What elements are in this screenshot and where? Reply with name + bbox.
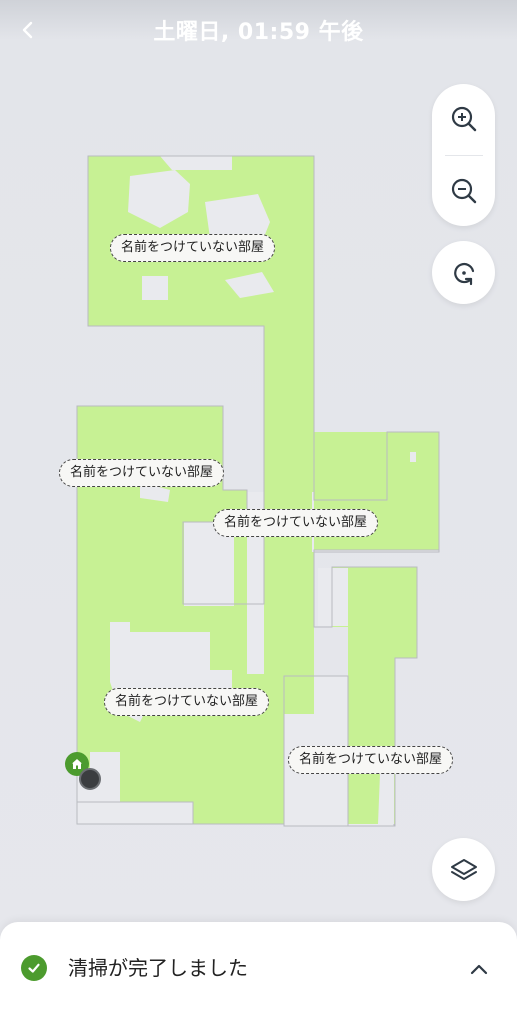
rotate-icon xyxy=(453,262,474,285)
zoom-controls xyxy=(432,84,495,226)
room-label[interactable]: 名前をつけていない部屋 xyxy=(104,688,270,716)
layers-icon xyxy=(450,858,477,880)
rotate-map-button[interactable] xyxy=(432,241,495,304)
zoom-in-icon xyxy=(451,106,476,132)
zoom-out-button[interactable] xyxy=(432,156,495,226)
chevron-up-icon xyxy=(470,964,488,975)
robot-icon xyxy=(79,768,101,790)
room-label[interactable]: 名前をつけていない部屋 xyxy=(288,746,454,774)
zoom-in-button[interactable] xyxy=(432,84,495,154)
room-label[interactable]: 名前をつけていない部屋 xyxy=(59,459,225,487)
layers-button[interactable] xyxy=(432,838,495,901)
page-title: 土曜日, 01:59 午後 xyxy=(153,20,364,45)
check-circle-icon xyxy=(21,955,47,981)
status-text: 清掃が完了しました xyxy=(68,956,248,980)
header: 土曜日, 01:59 午後 xyxy=(0,0,517,62)
expand-sheet-button[interactable] xyxy=(464,955,494,985)
zoom-out-icon xyxy=(451,178,476,204)
room-label[interactable]: 名前をつけていない部屋 xyxy=(213,509,379,537)
room-label[interactable]: 名前をつけていない部屋 xyxy=(110,234,276,262)
status-sheet[interactable]: 清掃が完了しました xyxy=(0,922,517,1024)
